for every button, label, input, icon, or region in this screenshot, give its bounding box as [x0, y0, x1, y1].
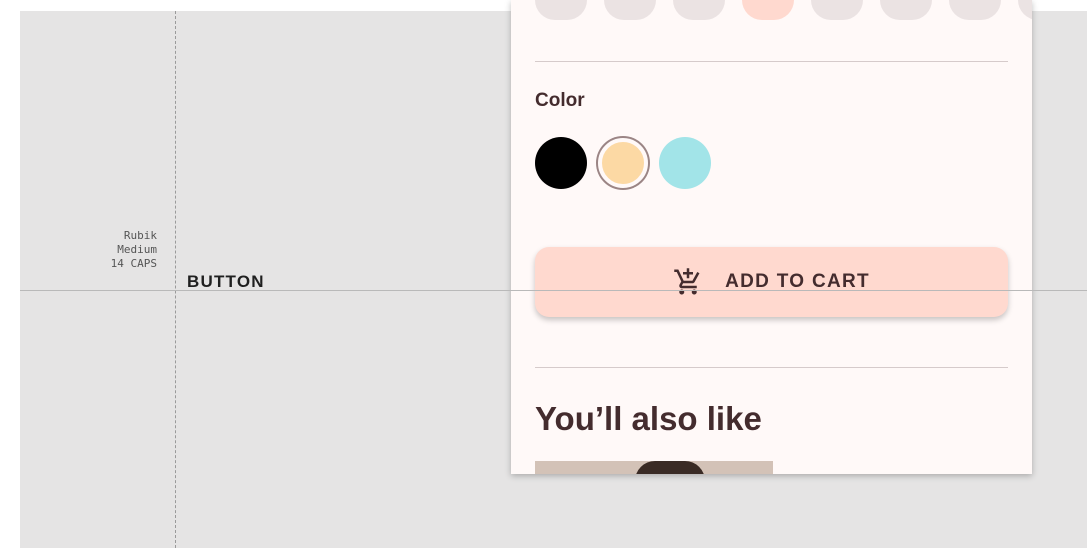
- divider: [535, 61, 1008, 62]
- size-chip[interactable]: [1018, 0, 1032, 20]
- guide-baseline: [20, 290, 1087, 291]
- size-chip[interactable]: [673, 0, 725, 20]
- size-chip[interactable]: [811, 0, 863, 20]
- size-chip[interactable]: [535, 0, 587, 20]
- color-label: Color: [535, 90, 585, 111]
- spec-font-size: 14 CAPS: [110, 257, 157, 270]
- color-swatch-teal[interactable]: [659, 137, 711, 189]
- model-hair: [635, 461, 705, 474]
- also-like-heading: You’ll also like: [535, 400, 762, 437]
- product-card: Color ADD TO CART You’ll also like: [511, 0, 1032, 474]
- size-chip[interactable]: [949, 0, 1001, 20]
- color-swatches: [535, 137, 711, 189]
- type-sample: BUTTON: [187, 272, 265, 291]
- size-chip[interactable]: [880, 0, 932, 20]
- add-to-cart-button[interactable]: ADD TO CART: [535, 247, 1008, 317]
- guide-vertical: [175, 11, 176, 548]
- spec-font-weight: Medium: [117, 243, 157, 256]
- size-chip[interactable]: [604, 0, 656, 20]
- color-swatch-black[interactable]: [535, 137, 587, 189]
- spec-font-name: Rubik: [123, 229, 157, 242]
- add-shopping-cart-icon: [674, 268, 700, 295]
- size-options: [535, 0, 1032, 20]
- type-spec: Rubik Medium 14 CAPS: [111, 229, 157, 271]
- color-swatch-tan-selected[interactable]: [598, 138, 648, 188]
- size-chip-selected[interactable]: [742, 0, 794, 20]
- divider: [535, 367, 1008, 368]
- recommended-product-image[interactable]: [535, 461, 773, 474]
